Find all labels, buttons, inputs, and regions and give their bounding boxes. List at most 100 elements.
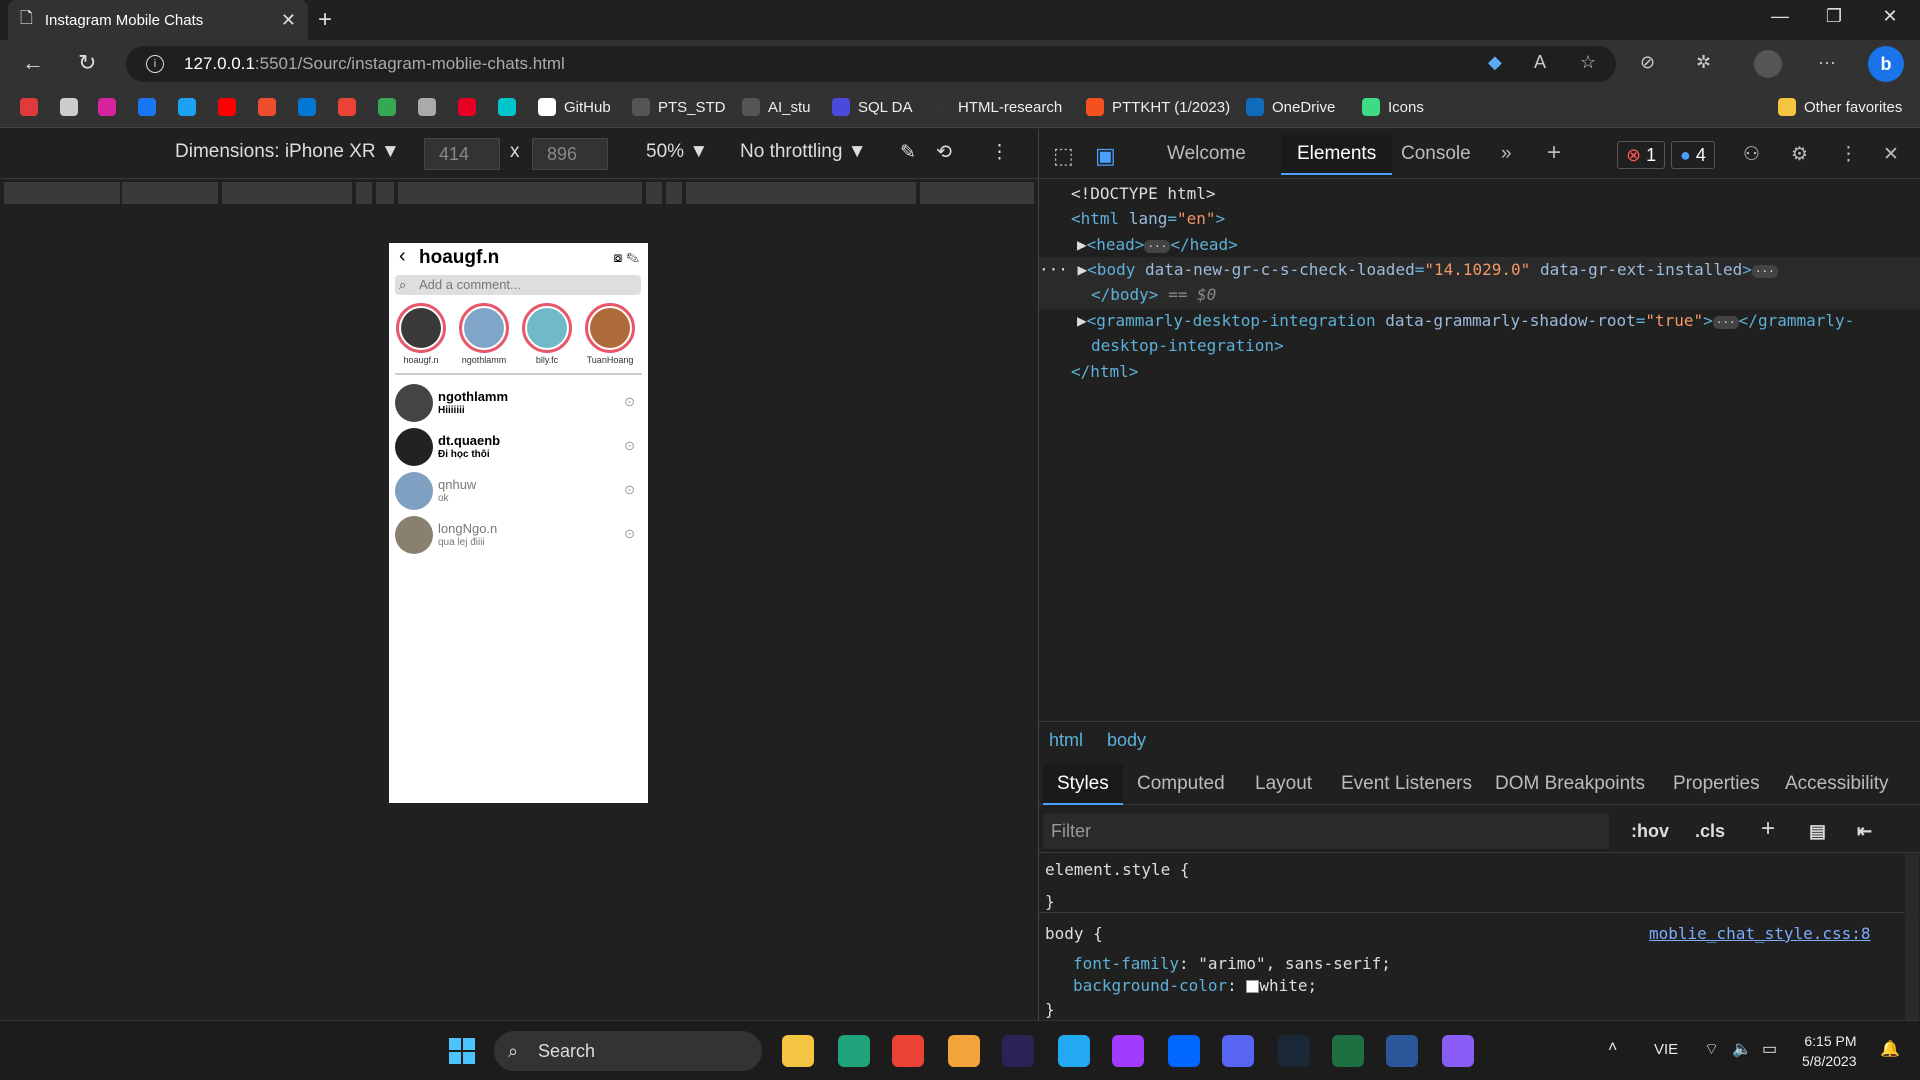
favorite-star-icon[interactable]: ☆ (1580, 52, 1596, 73)
restore-button[interactable]: ❐ (1814, 6, 1854, 27)
back-arrow-icon[interactable]: ← (22, 50, 44, 76)
filter-input[interactable]: Filter (1043, 813, 1609, 849)
dom-line-doctype[interactable]: <!DOCTYPE html> (1071, 181, 1216, 207)
tab-accessibility[interactable]: Accessibility (1785, 773, 1888, 795)
height-input[interactable]: 896 (532, 138, 608, 170)
bookmark-item[interactable] (378, 98, 404, 116)
bookmark-item[interactable] (418, 98, 444, 116)
bookmark-item[interactable] (218, 98, 244, 116)
coupon-icon[interactable]: ◆ (1488, 52, 1502, 73)
ruler-segment[interactable] (646, 182, 662, 204)
wifi-icon[interactable]: ⌔ (1704, 1039, 1719, 1059)
bookmark-item[interactable] (138, 98, 164, 116)
bookmark-item[interactable] (98, 98, 124, 116)
close-tab-icon[interactable]: ✕ (281, 10, 296, 31)
ruler-segment[interactable] (356, 182, 372, 204)
steam-icon[interactable] (1278, 1035, 1310, 1067)
dom-line-html-close[interactable]: </html> (1071, 359, 1138, 385)
connection-icon[interactable]: ⚇ (1743, 143, 1760, 166)
story-item[interactable]: blly.fc (519, 303, 575, 365)
dom-line-body[interactable]: ··· ▶<body data-new-gr-c-s-check-loaded=… (1039, 257, 1778, 285)
bookmark-item[interactable] (498, 98, 524, 116)
video-icon[interactable]: ⧇ (613, 249, 622, 265)
inspect-icon[interactable]: ⬚ (1053, 143, 1074, 169)
tab-welcome[interactable]: Welcome (1167, 143, 1246, 165)
minimize-button[interactable]: — (1760, 6, 1800, 27)
messenger-icon[interactable] (1112, 1035, 1144, 1067)
tab-styles[interactable]: Styles (1043, 763, 1123, 805)
chevron-up-icon[interactable]: ˄ (1608, 1039, 1617, 1057)
back-chevron-icon[interactable]: ‹ (399, 245, 406, 268)
paint-icon[interactable]: ▤ (1809, 821, 1826, 842)
ruler-segment[interactable] (920, 182, 1034, 204)
camera-icon[interactable]: ⊙ (624, 526, 635, 542)
camera-icon[interactable]: ⊙ (624, 482, 635, 498)
tab-properties[interactable]: Properties (1673, 773, 1760, 795)
zalo-icon[interactable] (1168, 1035, 1200, 1067)
bookmark-item[interactable]: PTTKHT (1/2023) (1086, 98, 1230, 116)
bing-icon[interactable]: b (1868, 46, 1904, 82)
chat-list-item[interactable]: qnhuw ok ⊙ (395, 472, 641, 512)
discord-icon[interactable] (1222, 1035, 1254, 1067)
bookmark-item[interactable]: OneDrive (1246, 98, 1335, 116)
camera-icon[interactable]: ⊙ (624, 438, 635, 454)
ruler-segment[interactable] (4, 182, 120, 204)
bookmark-item[interactable]: Other favorites (1778, 98, 1902, 116)
camera-icon[interactable]: ⊙ (624, 394, 635, 410)
device-toggle-icon[interactable]: ▣ (1095, 143, 1116, 169)
ellipsis[interactable]: ··· (1751, 265, 1778, 278)
tab-event-listeners[interactable]: Event Listeners (1341, 773, 1472, 795)
clipchamp-icon[interactable] (1442, 1035, 1474, 1067)
close-window-button[interactable]: ✕ (1870, 6, 1910, 27)
breadcrumb-body[interactable]: body (1107, 730, 1146, 751)
throttling-dropdown[interactable]: No throttling ▼ (740, 141, 867, 163)
more-options-icon[interactable]: ⋮ (1839, 143, 1858, 166)
chrome-icon[interactable] (892, 1035, 924, 1067)
element-style-rule[interactable]: element.style { (1045, 860, 1190, 879)
font-family-declaration[interactable]: font-family: "arimo", sans-serif; (1073, 954, 1391, 973)
bookmark-item[interactable] (60, 98, 86, 116)
dom-line-body-close[interactable]: </body> == $0 (1091, 282, 1216, 308)
bookmark-item[interactable]: AI_stu (742, 98, 811, 116)
ruler-segment[interactable] (122, 182, 218, 204)
refresh-icon[interactable]: ↻ (78, 50, 96, 76)
bookmark-item[interactable]: SQL DA (832, 98, 912, 116)
expand-triangle-icon[interactable]: ▶ (1077, 311, 1087, 330)
ruler-segment[interactable] (666, 182, 682, 204)
bookmark-item[interactable]: HTML-research (932, 98, 1062, 116)
bookmark-item[interactable] (298, 98, 324, 116)
vscode-icon[interactable] (1058, 1035, 1090, 1067)
dimensions-dropdown[interactable]: Dimensions: iPhone XR ▼ (175, 141, 400, 163)
story-item[interactable]: L (645, 303, 648, 365)
breadcrumb-html[interactable]: html (1049, 730, 1083, 751)
info-icon[interactable]: i (146, 55, 164, 73)
ruler-segment[interactable] (398, 182, 642, 204)
message-badge[interactable]: ● 4 (1671, 141, 1715, 169)
clock[interactable]: 6:15 PM 5/8/2023 (1802, 1031, 1857, 1071)
more-tabs-icon[interactable]: » (1501, 143, 1512, 165)
settings-gear-icon[interactable]: ⚙ (1791, 143, 1808, 166)
excel-icon[interactable] (1332, 1035, 1364, 1067)
profile-avatar[interactable] (1754, 50, 1782, 78)
stylesheet-link[interactable]: moblie_chat_style.css:8 (1649, 924, 1871, 943)
chat-list-item[interactable]: longNgo.n qua lej điiii ⊙ (395, 516, 641, 556)
close-devtools-icon[interactable]: ✕ (1883, 143, 1899, 166)
battery-icon[interactable]: ▭ (1762, 1039, 1777, 1059)
sidebar-toggle-icon[interactable]: ⇤ (1857, 821, 1872, 842)
pen-icon[interactable]: ✎ (900, 141, 916, 164)
bookmark-item[interactable]: PTS_STD (632, 98, 726, 116)
ruler-segment[interactable] (376, 182, 394, 204)
word-icon[interactable] (1386, 1035, 1418, 1067)
browser-tab[interactable]: 🗋 Instagram Mobile Chats ✕ (8, 0, 308, 40)
hov-toggle[interactable]: :hov (1631, 821, 1669, 842)
bookmark-item[interactable]: GitHub (538, 98, 611, 116)
chat-list-item[interactable]: dt.quaenb Đi học thôi ⊙ (395, 428, 641, 468)
story-item[interactable]: TuanHoang (582, 303, 638, 365)
new-tab-button[interactable]: + (318, 6, 332, 34)
add-tab-icon[interactable]: + (1547, 139, 1561, 167)
chat-list-item[interactable]: ngothlamm Hiiiiiii ⊙ (395, 384, 641, 424)
search-input[interactable]: ⌕ Add a comment... (395, 275, 641, 295)
scrollbar[interactable] (1905, 854, 1919, 1020)
cls-toggle[interactable]: .cls (1695, 821, 1725, 842)
expand-triangle-icon[interactable]: ▶ (1077, 235, 1087, 254)
